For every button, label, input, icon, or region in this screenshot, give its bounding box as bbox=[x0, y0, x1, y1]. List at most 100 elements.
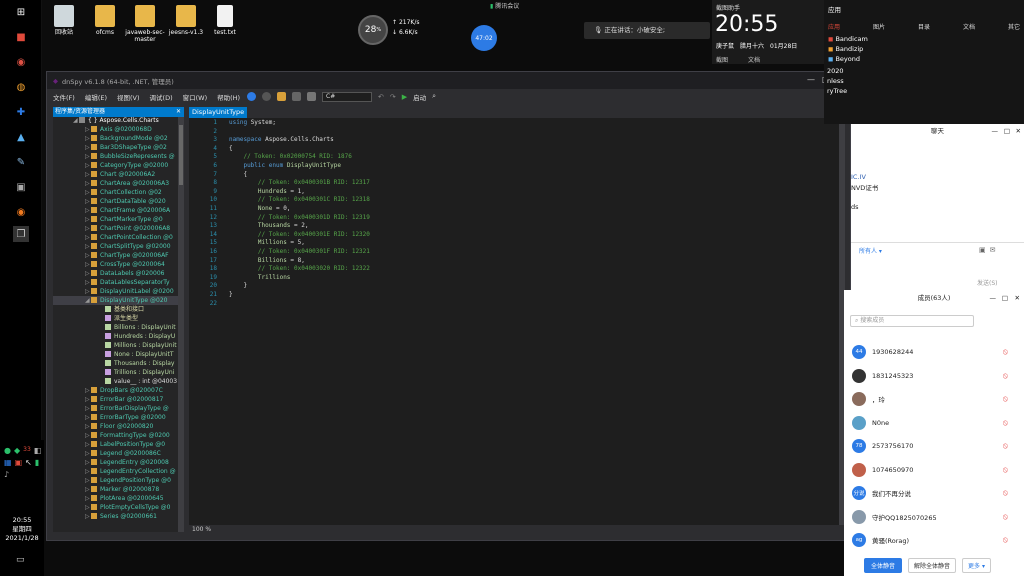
redo-icon[interactable]: ↷ bbox=[390, 93, 396, 101]
meeting-icon[interactable]: ▲ bbox=[13, 129, 29, 145]
arrow-icon[interactable]: ↖ bbox=[25, 458, 32, 467]
file-icon[interactable]: ✉ bbox=[990, 246, 1000, 254]
tree-item[interactable]: ▷ Floor @02000820 bbox=[85, 422, 178, 431]
terminal-icon[interactable]: ▣ bbox=[13, 179, 29, 195]
tree-item[interactable]: ▷ ChartSplitType @02000 bbox=[85, 242, 178, 251]
notification-icon[interactable]: ▭ bbox=[16, 555, 25, 565]
search-app-item[interactable]: ◼ Beyond bbox=[828, 54, 868, 64]
tree-item[interactable]: ▷ CategoryType @02000 bbox=[85, 161, 178, 170]
tree-item[interactable]: ▷ ErrorBarType @02000 bbox=[85, 413, 178, 422]
tree-item[interactable]: ▷ Axis @0200068D bbox=[85, 125, 178, 134]
back-icon[interactable] bbox=[247, 92, 256, 101]
tree-item[interactable]: ▷ ChartMarkerType @0 bbox=[85, 215, 178, 224]
clock-link-docs[interactable]: 文档 bbox=[748, 55, 760, 64]
muted-mic-icon[interactable]: ⦸ bbox=[1003, 465, 1008, 475]
search-app-item[interactable]: ◼ Bandicam bbox=[828, 34, 868, 44]
meeting-timer[interactable]: 47:02 bbox=[471, 25, 497, 51]
tree-item[interactable]: Millions : DisplayUnit bbox=[99, 341, 178, 350]
search-app-item[interactable]: ◼ Bandizip bbox=[828, 44, 868, 54]
tree-item[interactable]: ▷ ChartCollection @02 bbox=[85, 188, 178, 197]
language-select[interactable]: C# bbox=[322, 91, 372, 102]
tab-display-unit-type[interactable]: DisplayUnitType ✕ bbox=[189, 107, 247, 127]
unmute-all-button[interactable]: 解除全体静音 bbox=[908, 557, 957, 573]
save-icon[interactable] bbox=[292, 92, 301, 101]
more-button[interactable]: 更多 ▾ bbox=[962, 557, 991, 573]
tree-item[interactable]: ▷ Marker @02000878 bbox=[85, 485, 178, 494]
chat-minimize-icon[interactable]: — bbox=[992, 124, 999, 138]
members-close-icon[interactable]: ✕ bbox=[1015, 290, 1020, 306]
chat-send-button[interactable]: 发送(S) bbox=[977, 278, 998, 287]
run-icon[interactable]: ▶ bbox=[402, 93, 407, 101]
search-tab[interactable]: 目录 bbox=[918, 22, 930, 31]
member-row[interactable]: ，玲 ⦸ bbox=[852, 390, 1012, 408]
tree-item[interactable]: ▷ ChartFrame @020006A bbox=[85, 206, 178, 215]
tree-item[interactable]: ▷ LegendPositionType @0 bbox=[85, 476, 178, 485]
member-row[interactable]: 1831245323 ⦸ bbox=[852, 367, 1012, 385]
volume-icon[interactable]: ♪ bbox=[4, 470, 9, 479]
member-row[interactable]: N0ne ⦸ bbox=[852, 414, 1012, 432]
muted-mic-icon[interactable]: ⦸ bbox=[1003, 488, 1008, 498]
tree-item[interactable]: ▷ DataLabels @020006 bbox=[85, 269, 178, 278]
net-speed-badge[interactable]: 28% bbox=[358, 15, 388, 45]
panel-close-icon[interactable]: ✕ bbox=[176, 107, 181, 117]
minimize-icon[interactable]: — bbox=[807, 75, 815, 84]
tree-item[interactable]: ▷ ChartPoint @020006A8 bbox=[85, 224, 178, 233]
tree-item[interactable]: ▷ DropBars @020007C bbox=[85, 386, 178, 395]
forward-icon[interactable] bbox=[262, 92, 271, 101]
desktop-icon-recycle[interactable]: 回收站 bbox=[47, 5, 81, 36]
run-label[interactable]: 启动 bbox=[413, 92, 426, 102]
tree-item[interactable]: ▷ Legend @0200086C bbox=[85, 449, 178, 458]
muted-mic-icon[interactable]: ⦸ bbox=[1003, 512, 1008, 522]
tree-item[interactable]: ▷ FormattingType @0200 bbox=[85, 431, 178, 440]
tree-item[interactable]: ▷ ChartPointCollection @0 bbox=[85, 233, 178, 242]
muted-mic-icon[interactable]: ⦸ bbox=[1003, 347, 1008, 357]
firefox-icon-2[interactable]: ◉ bbox=[13, 204, 29, 220]
menu-item[interactable]: 视图(V) bbox=[117, 92, 140, 102]
muted-mic-icon[interactable]: ⦸ bbox=[1003, 394, 1008, 404]
tree-item[interactable]: Billions : DisplayUnit bbox=[99, 323, 178, 332]
tree-item[interactable]: ▷ ErrorBarDisplayType @ bbox=[85, 404, 178, 413]
tree-item[interactable]: Thousands : Display bbox=[99, 359, 178, 368]
desktop-icon-ofcms[interactable]: ofcms bbox=[88, 5, 122, 36]
open-icon[interactable] bbox=[277, 92, 286, 101]
member-row[interactable]: ag 黄骚(Rorag) ⦸ bbox=[852, 531, 1012, 549]
multitask-icon[interactable]: ❐ bbox=[13, 226, 29, 242]
tree-item[interactable]: ▷ BubbleSizeRepresents @ bbox=[85, 152, 178, 161]
members-minimize-icon[interactable]: — bbox=[990, 290, 997, 306]
windows-start-icon[interactable]: ⊞ bbox=[13, 4, 29, 20]
member-search-input[interactable]: ⌕ 搜索成员 bbox=[850, 315, 974, 327]
member-row[interactable]: 守护QQ1825070265 ⦸ bbox=[852, 508, 1012, 526]
muted-mic-icon[interactable]: ⦸ bbox=[1003, 535, 1008, 545]
desktop-icon-jeesns[interactable]: jeesns-v1.3 bbox=[166, 5, 206, 36]
tree-item[interactable]: ▷ ChartType @020006AF bbox=[85, 251, 178, 260]
menu-item[interactable]: 帮助(H) bbox=[217, 92, 240, 102]
code-editor[interactable]: 1 using System; 2 3 namespace Aspose.Cells.C… bbox=[189, 118, 839, 525]
firefox-icon[interactable]: ◍ bbox=[13, 79, 29, 95]
tree-scroll-thumb[interactable] bbox=[179, 125, 183, 185]
app-icon-red[interactable]: ■ bbox=[13, 29, 29, 45]
members-maximize-icon[interactable]: □ bbox=[1002, 290, 1008, 306]
undo-icon[interactable]: ↶ bbox=[378, 93, 384, 101]
menu-item[interactable]: 编辑(E) bbox=[85, 92, 107, 102]
app-tray-icon[interactable]: ▣ bbox=[15, 458, 23, 467]
search-tab[interactable]: 其它 bbox=[1008, 22, 1020, 31]
tree-item[interactable]: ▷ LegendEntryCollection @ bbox=[85, 467, 178, 476]
search-tab[interactable]: 文档 bbox=[963, 22, 975, 31]
tree-item[interactable]: value__ : int @04003 bbox=[99, 377, 178, 386]
menu-item[interactable]: 窗口(W) bbox=[183, 92, 208, 102]
chrome-icon[interactable]: ◉ bbox=[13, 54, 29, 70]
tool-icon[interactable]: ✚ bbox=[13, 104, 29, 120]
mute-all-button[interactable]: 全体静音 bbox=[864, 557, 903, 573]
muted-mic-icon[interactable]: ⦸ bbox=[1003, 371, 1008, 381]
save-all-icon[interactable] bbox=[307, 92, 316, 101]
pen-icon[interactable]: ✎ bbox=[13, 154, 29, 170]
clock-link-screenshot[interactable]: 截图 bbox=[716, 55, 728, 64]
muted-mic-icon[interactable]: ⦸ bbox=[1003, 441, 1008, 451]
search-tab[interactable]: 应用 bbox=[828, 22, 840, 31]
member-row[interactable]: 78 2573756170 ⦸ bbox=[852, 437, 1012, 455]
tree-item[interactable]: ▷ Chart @020006A2 bbox=[85, 170, 178, 179]
tree-item[interactable]: ◢ DisplayUnitType @020 bbox=[53, 296, 178, 305]
tree-item[interactable]: ▷ ChartDataTable @020 bbox=[85, 197, 178, 206]
chat-recipient[interactable]: 所有人 ▾ bbox=[859, 246, 882, 255]
tree-item[interactable]: ▷ LabelPositionType @0 bbox=[85, 440, 178, 449]
